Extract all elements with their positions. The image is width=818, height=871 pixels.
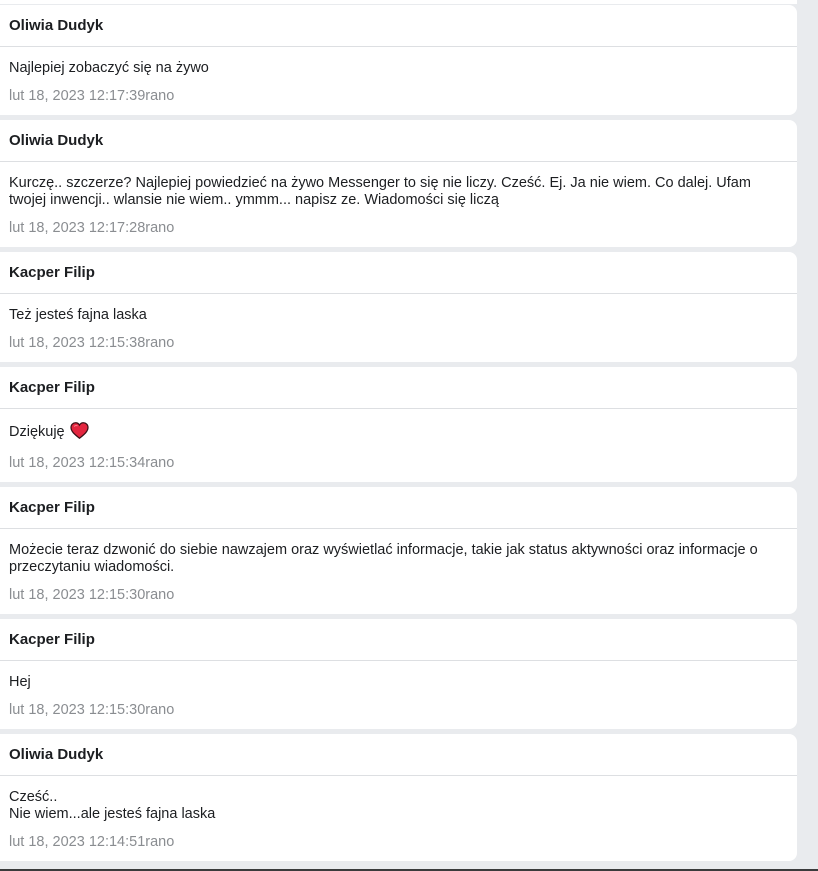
message-timestamp: lut 18, 2023 12:15:30rano	[9, 587, 175, 603]
message-header: Kacper Filip	[0, 252, 797, 294]
message-card: Kacper Filip Hej lut 18, 2023 12:15:30ra…	[0, 619, 797, 729]
message-timestamp: lut 18, 2023 12:15:34rano	[9, 455, 175, 471]
message-text: Hej	[9, 674, 31, 690]
message-text: Cześć.. Nie wiem...ale jesteś fajna lask…	[9, 789, 216, 822]
message-timestamp: lut 18, 2023 12:14:51rano	[9, 834, 175, 850]
sender-name: Kacper Filip	[9, 499, 95, 516]
message-text-row: Dziękuję	[9, 422, 777, 444]
sender-name: Oliwia Dudyk	[9, 132, 104, 149]
message-header: Oliwia Dudyk	[0, 734, 797, 776]
message-card: Kacper Filip Też jesteś fajna laska lut …	[0, 252, 797, 362]
message-text: Dziękuję	[9, 424, 65, 440]
message-header: Kacper Filip	[0, 619, 797, 661]
message-timestamp: lut 18, 2023 12:17:28rano	[9, 220, 175, 236]
message-card: Kacper Filip Dziękuję lut 18, 2023 12:15…	[0, 367, 797, 482]
message-text: Kurczę.. szczerze? Najlepiej powiedzieć …	[9, 175, 751, 208]
message-timestamp: lut 18, 2023 12:15:30rano	[9, 702, 175, 718]
message-body: Dziękuję lut 18, 2023 12:15:34rano	[0, 409, 797, 482]
heart-icon	[69, 422, 89, 444]
message-card: Oliwia Dudyk Kurczę.. szczerze? Najlepie…	[0, 120, 797, 247]
message-header: Oliwia Dudyk	[0, 120, 797, 162]
message-timestamp: lut 18, 2023 12:15:38rano	[9, 335, 175, 351]
message-text: Najlepiej zobaczyć się na żywo	[9, 60, 209, 76]
message-body: Hej lut 18, 2023 12:15:30rano	[0, 661, 797, 729]
sender-name: Oliwia Dudyk	[9, 17, 104, 34]
message-header: Kacper Filip	[0, 367, 797, 409]
message-body: Najlepiej zobaczyć się na żywo lut 18, 2…	[0, 47, 797, 115]
message-header: Oliwia Dudyk	[0, 5, 797, 47]
message-text: Też jesteś fajna laska	[9, 307, 147, 323]
message-text: Możecie teraz dzwonić do siebie nawzajem…	[9, 542, 758, 575]
message-list: Oliwia Dudyk Najlepiej zobaczyć się na ż…	[0, 5, 797, 866]
sender-name: Kacper Filip	[9, 631, 95, 648]
message-card: Kacper Filip Możecie teraz dzwonić do si…	[0, 487, 797, 614]
message-card: Oliwia Dudyk Najlepiej zobaczyć się na ż…	[0, 5, 797, 115]
message-timestamp: lut 18, 2023 12:17:39rano	[9, 88, 175, 104]
message-body: Możecie teraz dzwonić do siebie nawzajem…	[0, 529, 797, 614]
message-card: Oliwia Dudyk Cześć.. Nie wiem...ale jest…	[0, 734, 797, 861]
message-body: Cześć.. Nie wiem...ale jesteś fajna lask…	[0, 776, 797, 861]
message-body: Też jesteś fajna laska lut 18, 2023 12:1…	[0, 294, 797, 362]
sender-name: Kacper Filip	[9, 379, 95, 396]
sender-name: Oliwia Dudyk	[9, 746, 104, 763]
message-header: Kacper Filip	[0, 487, 797, 529]
message-body: Kurczę.. szczerze? Najlepiej powiedzieć …	[0, 162, 797, 247]
top-strip	[0, 0, 797, 4]
sender-name: Kacper Filip	[9, 264, 95, 281]
